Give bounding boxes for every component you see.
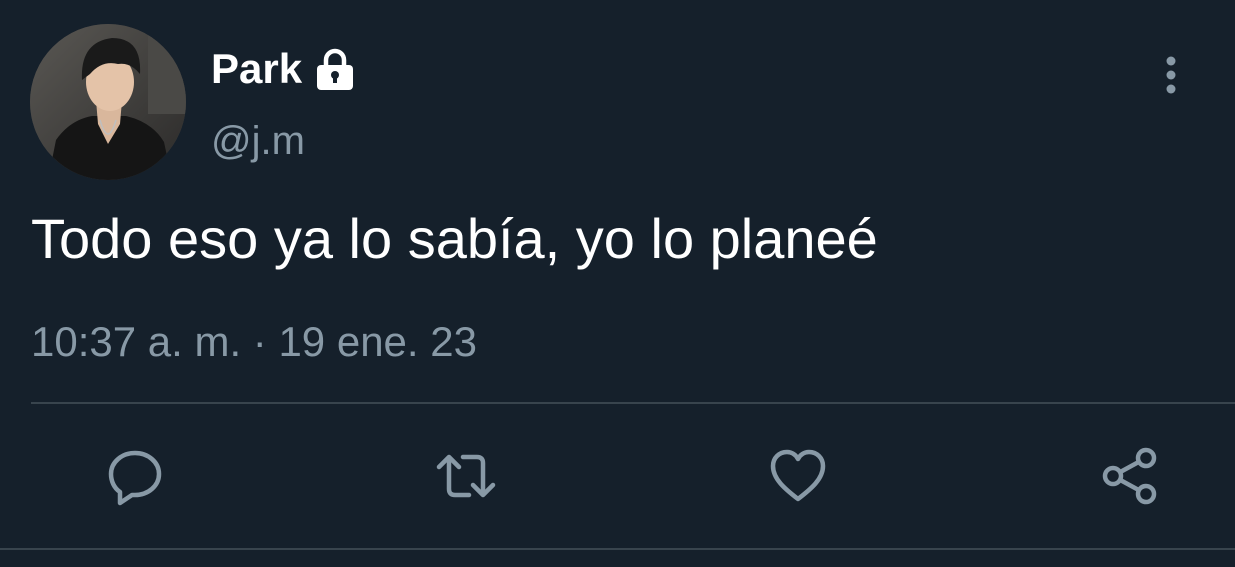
timestamp[interactable]: 10:37 a. m. · 19 ene. 23 [31,318,477,366]
tweet-text: Todo eso ya lo sabía, yo lo planeé [31,207,878,270]
share-button[interactable] [1098,444,1162,508]
comment-icon [108,450,162,506]
like-button[interactable] [766,444,830,508]
display-name[interactable]: Park [211,44,358,94]
handle[interactable]: @j.m [211,118,305,164]
more-options-icon[interactable] [1158,54,1184,96]
bottom-divider [0,548,1235,550]
heart-icon [770,449,826,502]
lock-icon [312,46,358,92]
avatar[interactable] [30,24,186,180]
share-icon [1102,447,1157,505]
profile-photo [30,24,186,180]
display-name-text: Park [211,45,303,92]
divider [31,402,1235,404]
reply-button[interactable] [103,444,167,508]
retweet-icon [436,454,496,498]
retweet-button[interactable] [434,444,498,508]
